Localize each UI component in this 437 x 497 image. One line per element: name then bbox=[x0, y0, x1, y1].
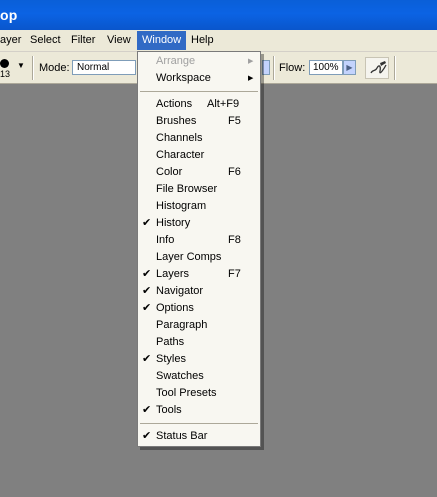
menu-view[interactable]: View bbox=[102, 31, 136, 50]
checkmark-icon: ✔ bbox=[142, 302, 152, 314]
menu-item-actions[interactable]: Actions Alt+F9 bbox=[138, 96, 260, 113]
shortcut-label: F6 bbox=[228, 166, 241, 178]
flow-input[interactable]: 100% bbox=[309, 60, 343, 75]
shortcut-label: F8 bbox=[228, 234, 241, 246]
menu-item-layers[interactable]: ✔ Layers F7 bbox=[138, 266, 260, 283]
brush-picker-arrow-icon[interactable]: ▼ bbox=[17, 61, 25, 70]
menu-item-tool-presets[interactable]: Tool Presets bbox=[138, 385, 260, 402]
menu-layer[interactable]: ayer bbox=[0, 31, 26, 50]
airbrush-icon[interactable] bbox=[365, 57, 389, 79]
menu-item-styles[interactable]: ✔ Styles bbox=[138, 351, 260, 368]
brush-preview[interactable] bbox=[0, 59, 9, 68]
menu-item-navigator[interactable]: ✔ Navigator bbox=[138, 283, 260, 300]
menu-help[interactable]: Help bbox=[186, 31, 219, 50]
mode-label: Mode: bbox=[39, 62, 70, 74]
menu-select[interactable]: Select bbox=[25, 31, 66, 50]
menu-item-paths[interactable]: Paths bbox=[138, 334, 260, 351]
options-separator bbox=[394, 56, 396, 80]
window-menu-dropdown: Arrange ▶ Workspace ▶ Actions Alt+F9 Bru… bbox=[137, 51, 261, 447]
flow-label: Flow: bbox=[279, 62, 306, 74]
options-separator bbox=[32, 56, 34, 80]
menu-window[interactable]: Window bbox=[137, 31, 187, 50]
menu-separator bbox=[140, 423, 258, 424]
menu-item-paragraph[interactable]: Paragraph bbox=[138, 317, 260, 334]
menu-item-arrange: Arrange ▶ bbox=[138, 53, 260, 70]
menu-item-channels[interactable]: Channels bbox=[138, 130, 260, 147]
shortcut-label: F7 bbox=[228, 268, 241, 280]
menu-filter[interactable]: Filter bbox=[66, 31, 100, 50]
checkmark-icon: ✔ bbox=[142, 353, 152, 365]
title-bar: op bbox=[0, 0, 437, 30]
checkmark-icon: ✔ bbox=[142, 404, 152, 416]
menu-item-tools[interactable]: ✔ Tools bbox=[138, 402, 260, 419]
menu-item-status-bar[interactable]: ✔ Status Bar bbox=[138, 428, 260, 445]
shortcut-label: F5 bbox=[228, 115, 241, 127]
menu-item-swatches[interactable]: Swatches bbox=[138, 368, 260, 385]
menu-item-brushes[interactable]: Brushes F5 bbox=[138, 113, 260, 130]
menu-item-workspace[interactable]: Workspace ▶ bbox=[138, 70, 260, 87]
mode-select[interactable]: Normal bbox=[72, 60, 136, 75]
menu-item-character[interactable]: Character bbox=[138, 147, 260, 164]
menu-item-file-browser[interactable]: File Browser bbox=[138, 181, 260, 198]
menu-item-history[interactable]: ✔ History bbox=[138, 215, 260, 232]
menu-separator bbox=[140, 91, 258, 92]
checkmark-icon: ✔ bbox=[142, 217, 152, 229]
menu-item-histogram[interactable]: Histogram bbox=[138, 198, 260, 215]
menu-item-options[interactable]: ✔ Options bbox=[138, 300, 260, 317]
menu-item-color[interactable]: Color F6 bbox=[138, 164, 260, 181]
checkmark-icon: ✔ bbox=[142, 430, 152, 442]
shortcut-label: Alt+F9 bbox=[207, 98, 240, 110]
menu-bar: ayer Select Filter View Window Help bbox=[0, 30, 437, 52]
checkmark-icon: ✔ bbox=[142, 285, 152, 297]
window-title: op bbox=[0, 7, 18, 23]
opacity-stepper[interactable] bbox=[262, 60, 270, 75]
flow-arrow-icon[interactable]: ▶ bbox=[343, 60, 356, 75]
submenu-arrow-icon: ▶ bbox=[248, 75, 254, 82]
menu-item-layer-comps[interactable]: Layer Comps bbox=[138, 249, 260, 266]
submenu-arrow-icon: ▶ bbox=[248, 58, 254, 65]
brush-size-label: 13 bbox=[0, 69, 11, 79]
options-separator bbox=[273, 56, 275, 80]
checkmark-icon: ✔ bbox=[142, 268, 152, 280]
menu-item-info[interactable]: Info F8 bbox=[138, 232, 260, 249]
